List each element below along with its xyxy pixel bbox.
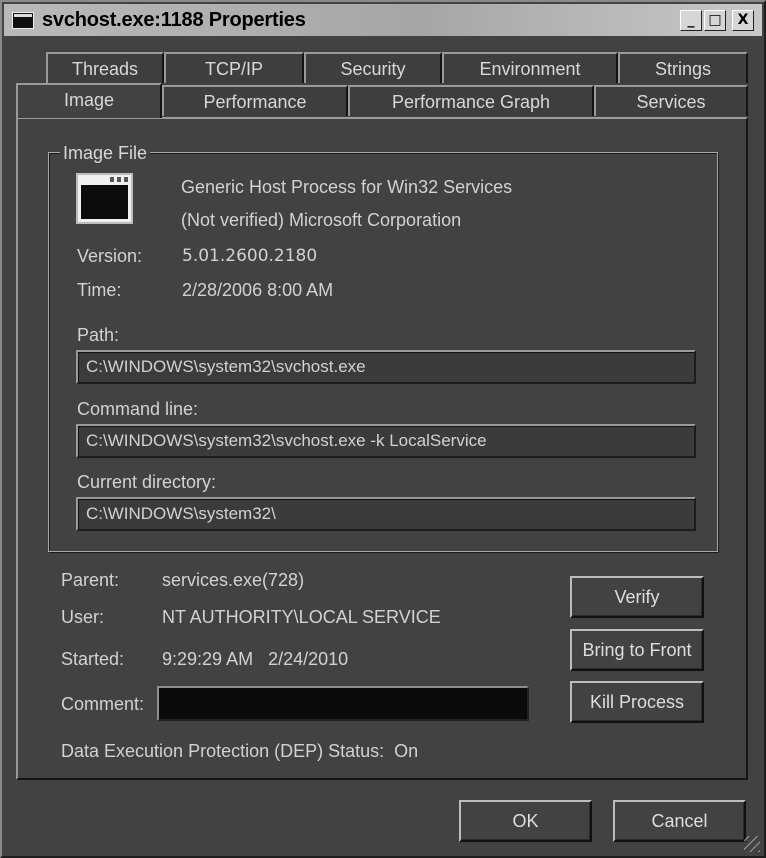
minimize-button[interactable]: _ <box>680 10 702 31</box>
tab-environment[interactable]: Environment <box>442 52 618 83</box>
ok-button[interactable]: OK <box>459 800 592 842</box>
tab-performance[interactable]: Performance <box>162 85 348 116</box>
resize-grip[interactable] <box>744 836 760 852</box>
window-app-icon <box>12 12 34 29</box>
properties-window: svchost.exe:1188 Properties _ □ X Thread… <box>0 0 766 858</box>
tab-performance-graph[interactable]: Performance Graph <box>348 85 594 116</box>
window-title: svchost.exe:1188 Properties <box>42 9 306 31</box>
tab-panel <box>16 117 748 780</box>
close-button[interactable]: X <box>732 10 754 31</box>
tab-services[interactable]: Services <box>594 85 748 116</box>
tab-strings[interactable]: Strings <box>618 52 748 83</box>
maximize-button[interactable]: □ <box>704 10 726 31</box>
tab-security[interactable]: Security <box>304 52 442 83</box>
tab-threads[interactable]: Threads <box>46 52 164 83</box>
tab-tcpip[interactable]: TCP/IP <box>164 52 304 83</box>
tab-image[interactable]: Image <box>16 83 162 118</box>
cancel-button[interactable]: Cancel <box>613 800 746 842</box>
title-bar[interactable]: svchost.exe:1188 Properties _ □ X <box>4 4 762 36</box>
